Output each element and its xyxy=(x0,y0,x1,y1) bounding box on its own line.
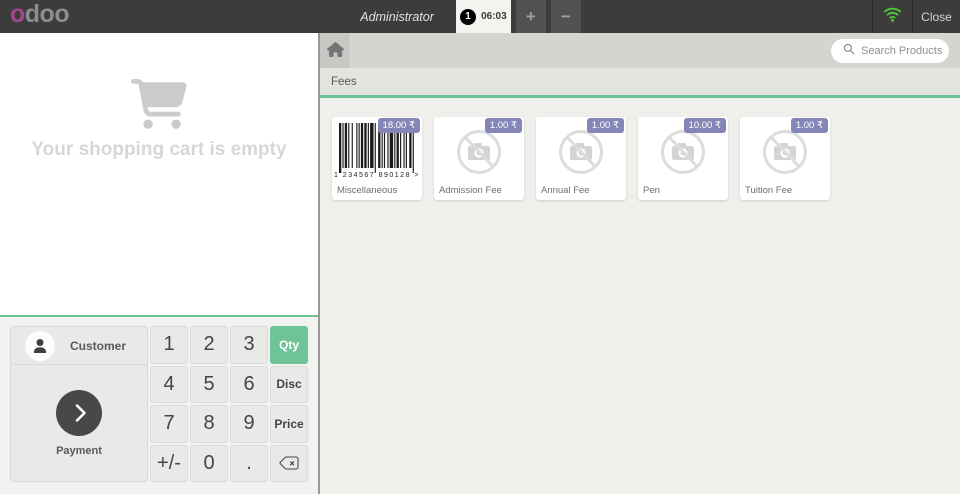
breadcrumb-bar xyxy=(320,33,960,68)
backspace-icon xyxy=(279,456,299,470)
order-tab[interactable]: 1 06:03 xyxy=(455,0,511,33)
product-card[interactable]: 10.00 ₹ Pen xyxy=(638,117,728,200)
home-category-button[interactable] xyxy=(320,33,351,68)
numpad-key-price[interactable]: Price xyxy=(270,405,308,443)
empty-cart-area: Your shopping cart is empty xyxy=(0,33,318,315)
numpad-key-7[interactable]: 7 xyxy=(150,405,188,443)
product-card[interactable]: 18.00 ₹ 1 234567 890128 > Miscellaneous xyxy=(332,117,422,200)
pos-screen: o doo Administrator 1 06:03 + − Close Yo… xyxy=(0,0,960,494)
action-pad: Customer Payment xyxy=(10,326,148,482)
wifi-icon xyxy=(883,6,902,28)
product-name: Admission Fee xyxy=(439,185,502,196)
customer-button[interactable]: Customer xyxy=(10,326,148,365)
product-price-tag: 1.00 ₹ xyxy=(790,118,828,133)
topbar-right: Close xyxy=(872,0,960,33)
product-price-tag: 10.00 ₹ xyxy=(683,118,726,133)
numpad-key-5[interactable]: 5 xyxy=(190,365,228,403)
numpad-key-3[interactable]: 3 xyxy=(230,326,268,364)
product-price-tag: 18.00 ₹ xyxy=(377,118,420,133)
no-image-placeholder-icon xyxy=(763,130,807,174)
product-name: Annual Fee xyxy=(541,185,590,196)
payment-button-label: Payment xyxy=(56,444,102,457)
logo-letters-doo: doo xyxy=(24,0,70,28)
product-card[interactable]: 1.00 ₹ Tuition Fee xyxy=(740,117,830,200)
empty-cart-message: Your shopping cart is empty xyxy=(31,139,287,160)
numpad-key-9[interactable]: 9 xyxy=(230,405,268,443)
category-label: Fees xyxy=(331,75,357,88)
product-price-tag: 1.00 ₹ xyxy=(484,118,522,133)
numpad-key-backspace[interactable] xyxy=(270,444,308,482)
shopping-cart-icon xyxy=(131,79,187,129)
product-image xyxy=(434,128,524,176)
product-name: Pen xyxy=(643,185,660,196)
pads-section: Customer Payment 1 2 3 Qty 4 5 6 Disc 7 … xyxy=(0,317,318,494)
product-name: Miscellaneous xyxy=(337,185,398,196)
no-image-placeholder-icon xyxy=(661,130,705,174)
product-image xyxy=(740,128,830,176)
main-area: Your shopping cart is empty Customer Pay… xyxy=(0,33,960,494)
wifi-status[interactable] xyxy=(873,0,912,33)
no-image-placeholder-icon xyxy=(559,130,603,174)
add-order-button[interactable]: + xyxy=(515,0,546,33)
close-button[interactable]: Close xyxy=(913,0,960,33)
avatar xyxy=(25,330,55,361)
numpad-key-8[interactable]: 8 xyxy=(190,405,228,443)
top-bar: o doo Administrator 1 06:03 + − Close xyxy=(0,0,960,33)
remove-order-button[interactable]: − xyxy=(550,0,581,33)
numpad: 1 2 3 Qty 4 5 6 Disc 7 8 9 Price +/- 0 . xyxy=(150,326,308,482)
search-icon xyxy=(843,42,855,60)
numpad-key-1[interactable]: 1 xyxy=(150,326,188,364)
product-card[interactable]: 1.00 ₹ Annual Fee xyxy=(536,117,626,200)
numpad-key-6[interactable]: 6 xyxy=(230,365,268,403)
numpad-key-.[interactable]: . xyxy=(230,444,268,482)
search-box[interactable] xyxy=(831,38,951,63)
numpad-key-0[interactable]: 0 xyxy=(190,444,228,482)
odoo-logo: o doo xyxy=(0,0,70,33)
category-bar[interactable]: Fees xyxy=(320,68,960,98)
username-label: Administrator xyxy=(360,9,434,24)
product-name: Tuition Fee xyxy=(745,185,793,196)
product-image xyxy=(536,128,626,176)
barcode-digits: 1 234567 890128 > xyxy=(333,172,421,179)
chevron-right-icon xyxy=(56,389,102,436)
product-image xyxy=(638,128,728,176)
product-card[interactable]: 1.00 ₹ Admission Fee xyxy=(434,117,524,200)
order-count-badge: 1 xyxy=(460,8,477,25)
numpad-key-disc[interactable]: Disc xyxy=(270,365,308,403)
product-area: 18.00 ₹ 1 234567 890128 > Miscellaneous … xyxy=(320,98,960,494)
payment-button[interactable]: Payment xyxy=(10,365,148,482)
logo-letter-o: o xyxy=(10,0,25,28)
products-pane: Fees 18.00 ₹ 1 234567 890128 > Miscellan… xyxy=(320,33,960,494)
customer-button-label: Customer xyxy=(70,338,127,353)
numpad-key-4[interactable]: 4 xyxy=(150,365,188,403)
numpad-key-+/-[interactable]: +/- xyxy=(150,444,188,482)
order-time-label: 06:03 xyxy=(481,11,507,22)
numpad-key-qty[interactable]: Qty xyxy=(270,326,308,364)
order-pane: Your shopping cart is empty Customer Pay… xyxy=(0,33,318,494)
product-price-tag: 1.00 ₹ xyxy=(586,118,624,133)
search-input[interactable] xyxy=(861,44,951,57)
numpad-key-2[interactable]: 2 xyxy=(190,326,228,364)
product-grid: 18.00 ₹ 1 234567 890128 > Miscellaneous … xyxy=(332,117,960,200)
no-image-placeholder-icon xyxy=(457,130,501,174)
home-icon xyxy=(326,41,344,60)
